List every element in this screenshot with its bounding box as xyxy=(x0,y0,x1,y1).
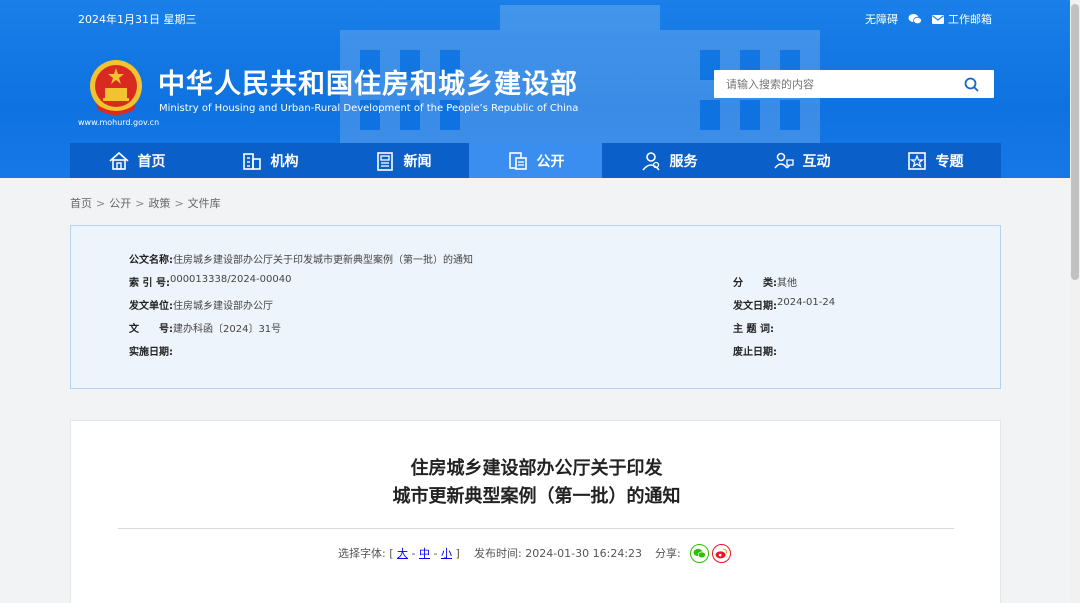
breadcrumb-separator: > xyxy=(174,197,184,210)
site-header: 2024年1月31日 星期三 无障碍 工作邮箱 www.mohurd.gov.c… xyxy=(0,0,1080,178)
separator: - xyxy=(411,547,416,560)
font-size-selector: 选择字体: [ 大 - 中 - 小 ] xyxy=(338,545,460,561)
site-title-cn: 中华人民共和国住房和城乡建设部 xyxy=(158,69,578,100)
nav-item-organization[interactable]: 机构 xyxy=(203,143,336,178)
title-divider xyxy=(118,528,954,529)
nav-item-disclosure[interactable]: 公开 xyxy=(469,143,602,178)
current-date: 2024年1月31日 星期三 xyxy=(78,13,197,26)
work-mail-link[interactable]: 工作邮箱 xyxy=(932,11,992,27)
nav-item-home[interactable]: 首页 xyxy=(70,143,203,178)
font-small-link[interactable]: 小 xyxy=(441,547,452,560)
nav-item-topic[interactable]: 专题 xyxy=(868,143,1001,178)
publish-time: 发布时间: 2024-01-30 16:24:23 xyxy=(474,545,642,561)
info-label: 主 题 词: xyxy=(733,324,774,335)
weibo-icon xyxy=(715,548,728,559)
main-nav: 首页 机构 新闻 公开 服务 互动 专题 xyxy=(70,143,1001,178)
info-value: 000013338/2024-00040 xyxy=(169,274,292,285)
building-icon xyxy=(242,152,261,170)
search-icon xyxy=(964,77,979,92)
info-label: 废止日期: xyxy=(733,347,777,358)
info-value: 住房城乡建设部办公厅关于印发城市更新典型案例（第一批）的通知 xyxy=(173,255,473,266)
topic-icon xyxy=(907,151,926,170)
nav-item-news[interactable]: 新闻 xyxy=(336,143,469,178)
nav-label: 机构 xyxy=(270,153,299,170)
wechat-icon xyxy=(693,548,706,559)
article-title-line-2: 城市更新典型案例（第一批）的通知 xyxy=(392,486,681,507)
home-icon xyxy=(108,151,129,170)
info-row-subject: 主 题 词: xyxy=(733,320,774,335)
info-label: 发文日期: xyxy=(733,301,777,312)
wechat-icon xyxy=(908,14,922,25)
national-emblem-logo xyxy=(90,60,142,115)
search-button[interactable] xyxy=(954,70,988,98)
page-scrollbar[interactable] xyxy=(1070,0,1080,603)
separator: - xyxy=(433,547,438,560)
breadcrumb-separator: > xyxy=(135,197,145,210)
info-value: 2024-01-24 xyxy=(777,297,836,308)
share-label: 分享: xyxy=(655,547,681,560)
info-row-doc-no: 文 号: 建办科函〔2024〕31号 xyxy=(129,320,281,335)
nav-label: 公开 xyxy=(536,153,565,170)
info-label: 文 号: xyxy=(129,324,173,335)
nav-item-service[interactable]: 服务 xyxy=(602,143,735,178)
info-value: 建办科函〔2024〕31号 xyxy=(173,324,282,335)
nav-label: 首页 xyxy=(137,153,166,170)
nav-label: 服务 xyxy=(669,153,698,170)
wechat-link[interactable] xyxy=(908,13,922,25)
share-wechat-button[interactable] xyxy=(690,544,709,563)
search-input[interactable] xyxy=(714,71,954,97)
breadcrumb-library[interactable]: 文件库 xyxy=(188,197,221,210)
mail-label: 工作邮箱 xyxy=(948,13,992,26)
search-box xyxy=(714,70,994,98)
nav-label: 互动 xyxy=(802,153,831,170)
article-title-line-1: 住房城乡建设部办公厅关于印发 xyxy=(410,458,663,479)
site-url: www.mohurd.gov.cn xyxy=(78,118,160,127)
mail-icon xyxy=(932,14,944,24)
breadcrumb-policy[interactable]: 政策 xyxy=(148,197,170,210)
info-row-name: 公文名称: 住房城乡建设部办公厅关于印发城市更新典型案例（第一批）的通知 xyxy=(129,251,473,266)
topbar-links: 无障碍 工作邮箱 xyxy=(865,11,992,27)
info-value: 其他 xyxy=(777,278,797,289)
font-size-label: 选择字体: xyxy=(338,547,386,560)
info-row-category: 分 类: 其他 xyxy=(733,274,797,289)
publish-time-value: 2024-01-30 16:24:23 xyxy=(525,547,643,560)
info-row-issuer: 发文单位: 住房城乡建设部办公厅 xyxy=(129,297,273,312)
info-label: 公文名称: xyxy=(129,255,173,266)
info-row-issue-date: 发文日期: 2024-01-24 xyxy=(733,297,835,312)
scrollbar-thumb[interactable] xyxy=(1071,4,1079,280)
accessibility-link[interactable]: 无障碍 xyxy=(865,11,898,27)
info-row-effective-date: 实施日期: xyxy=(129,343,173,358)
article-panel: 住房城乡建设部办公厅关于印发 城市更新典型案例（第一批）的通知 选择字体: [ … xyxy=(70,420,1001,603)
bracket: [ xyxy=(389,547,394,560)
breadcrumb-disclosure[interactable]: 公开 xyxy=(109,197,131,210)
font-medium-link[interactable]: 中 xyxy=(419,547,430,560)
info-row-index: 索 引 号: 000013338/2024-00040 xyxy=(129,274,291,289)
info-value: 住房城乡建设部办公厅 xyxy=(173,301,273,312)
nav-label: 新闻 xyxy=(403,153,432,170)
breadcrumb-separator: > xyxy=(96,197,106,210)
site-title-en: Ministry of Housing and Urban-Rural Deve… xyxy=(159,103,579,114)
interaction-icon xyxy=(773,152,794,169)
service-icon xyxy=(641,151,660,171)
news-icon xyxy=(376,151,393,171)
nav-label: 专题 xyxy=(935,153,964,170)
info-label: 分 类: xyxy=(733,278,777,289)
document-info-panel: 公文名称: 住房城乡建设部办公厅关于印发城市更新典型案例（第一批）的通知 索 引… xyxy=(70,225,1001,389)
info-label: 发文单位: xyxy=(129,301,173,312)
accessibility-label: 无障碍 xyxy=(865,13,898,26)
font-large-link[interactable]: 大 xyxy=(397,547,408,560)
nav-item-interaction[interactable]: 互动 xyxy=(735,143,868,178)
breadcrumb-home[interactable]: 首页 xyxy=(70,197,92,210)
disclosure-icon xyxy=(508,151,527,170)
share-weibo-button[interactable] xyxy=(712,544,731,563)
info-label: 索 引 号: xyxy=(129,278,170,289)
info-row-expiry-date: 废止日期: xyxy=(733,343,777,358)
breadcrumb: 首页 > 公开 > 政策 > 文件库 xyxy=(70,195,221,211)
bracket: ] xyxy=(455,547,460,560)
info-label: 实施日期: xyxy=(129,347,173,358)
publish-label: 发布时间: xyxy=(474,547,522,560)
